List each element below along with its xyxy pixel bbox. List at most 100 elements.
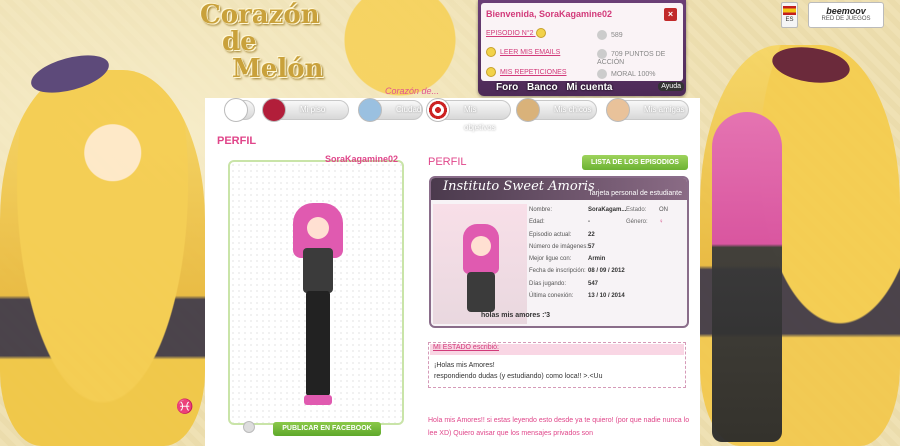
episode-label: EPISODIO N°2 (486, 29, 534, 37)
coins-value: 589 (611, 31, 623, 39)
account-link[interactable]: Mi cuenta (566, 82, 612, 93)
heart-icon (597, 69, 607, 79)
morale-value: MORAL 100% (611, 70, 656, 78)
id-card-fields: Nombre: SoraKagam... Estado: ON Edad: - … (529, 207, 687, 305)
id-field-value: - (588, 219, 590, 226)
pisces-icon: ♓ (176, 398, 194, 414)
avatar-options-icon[interactable] (243, 421, 255, 433)
id-field-edad: Edad: - Género: ♀ (529, 219, 687, 231)
logo-line-3: Melón (232, 54, 324, 84)
id-field-key: Edad: (529, 219, 545, 226)
city-icon (358, 98, 382, 122)
id-field-nombre: Nombre: SoraKagam... Estado: ON (529, 207, 687, 219)
spain-flag-icon (783, 6, 796, 15)
coins-stat: 589 (597, 30, 623, 40)
id-field-key: Días jugando: (529, 280, 567, 287)
nav-mis-objetivos-label: Mis objetivos (464, 105, 496, 132)
id-field-conexion: Última conexión: 13 / 10 / 2014 (529, 293, 687, 305)
home-icon (224, 98, 248, 122)
repeats-link[interactable]: MIS REPETICIONES (486, 67, 567, 77)
avatar-shirt (303, 248, 333, 293)
welcome-panel-inner: Bienvenida, SoraKagamine02 × EPISODIO N°… (481, 3, 683, 81)
nav-mi-piso[interactable]: Mi piso (262, 98, 349, 122)
id-field-value: 08 / 09 / 2012 (588, 268, 625, 275)
id-field-value-2: ON (659, 207, 668, 213)
id-card-school: Instituto Sweet Amoris (443, 179, 595, 194)
character-art-top (340, 0, 460, 100)
girls-icon (606, 98, 630, 122)
status-box: MI ESTADO escribió: ¡Holas mis Amores! r… (428, 342, 686, 388)
photo-body (467, 272, 495, 312)
status-text: ¡Holas mis Amores! respondiendo dudas (y… (434, 360, 684, 382)
id-field-dias: Días jugando: 547 (529, 281, 687, 293)
nav-mis-objetivos[interactable]: Mis objetivos (426, 98, 511, 132)
id-field-imagenes: Número de imágenes: 57 (529, 244, 687, 256)
card-username: SoraKagamine02 (325, 154, 399, 164)
nav-mis-amigas[interactable]: Mis amigas (606, 98, 689, 122)
avatar-face (307, 217, 329, 239)
page-title: PERFIL (217, 135, 257, 147)
profile-bio: Hola mis Amores!! si estas leyendo esto … (428, 417, 690, 437)
status-line-1: ¡Holas mis Amores! (434, 362, 495, 369)
welcome-panel: Bienvenida, SoraKagamine02 × EPISODIO N°… (478, 0, 686, 96)
nav-ciudad[interactable]: Ciudad (358, 98, 423, 122)
photo-face (471, 236, 491, 256)
nav-mi-piso-label: Mi piso (300, 105, 326, 114)
read-emails-link[interactable]: LEER MIS EMAILS (486, 47, 560, 57)
coin-icon (535, 28, 546, 38)
character-art-pink (712, 112, 782, 442)
repeats-label: MIS REPETICIONES (500, 68, 567, 76)
nav-mis-chicos[interactable]: Mis chicos (516, 98, 597, 122)
coin-gray-icon (597, 30, 607, 40)
id-field-value: 547 (588, 280, 599, 287)
read-emails-label: LEER MIS EMAILS (500, 48, 561, 56)
id-field-episodio: Episodio actual: 22 (529, 232, 687, 244)
profile-section-title: PERFIL (428, 156, 467, 168)
id-field-key: Mejor ligue con: (529, 256, 572, 263)
nav-home[interactable] (224, 98, 255, 122)
episodes-list-button[interactable]: LISTA DE LOS EPISODIOS (582, 155, 688, 170)
id-field-value: 13 / 10 / 2014 (588, 293, 625, 300)
id-field-value: Armin (588, 256, 606, 263)
morale-stat: MORAL 100% (597, 69, 655, 79)
nav-ciudad-label: Ciudad (396, 105, 422, 114)
language-selector[interactable]: ES (781, 2, 798, 28)
status-header[interactable]: MI ESTADO escribió: (430, 344, 684, 355)
forum-link[interactable]: Foro (496, 82, 518, 93)
beemoov-brand: beemoov (826, 6, 866, 16)
id-field-ligue: Mejor ligue con: Armin (529, 256, 687, 268)
id-card-motto: holas mis amores :'3 (481, 312, 550, 319)
sofa-icon (262, 98, 286, 122)
site-logo[interactable]: Corazón de Melón (200, 2, 340, 83)
language-label: ES (785, 17, 794, 23)
id-card-photo (433, 204, 527, 324)
id-field-key: Nombre: (529, 207, 553, 213)
action-points-value: 709 PUNTOS DE ACCIÓN (597, 50, 666, 66)
id-field-key-2: Género: (626, 219, 648, 226)
id-card-subtitle: Tarjeta personal de estudiante (588, 190, 682, 197)
avatar (293, 203, 343, 413)
id-field-inscripcion: Fecha de inscripción: 08 / 09 / 2012 (529, 268, 687, 280)
bank-link[interactable]: Banco (527, 82, 558, 93)
close-icon[interactable]: × (664, 8, 677, 21)
status-line-2: respondiendo dudas (y estudiando) como l… (434, 373, 603, 380)
mail-icon (486, 47, 496, 57)
site-tagline: Corazón de... (385, 86, 440, 96)
repeat-icon (486, 67, 496, 77)
logo-line-1: Corazón (200, 0, 320, 30)
logo-line-2: de (222, 27, 257, 57)
beemoov-network-button[interactable]: beemoov RED DE JUEGOS (808, 2, 884, 28)
id-field-key: Episodio actual: (529, 231, 572, 238)
id-field-key-2: Estado: (626, 207, 647, 213)
help-button[interactable]: Ayuda (658, 82, 684, 91)
publish-facebook-button[interactable]: PUBLICAR EN FACEBOOK (273, 422, 381, 436)
id-field-key: Última conexión: (529, 293, 574, 300)
action-points-icon (597, 49, 607, 59)
welcome-title: Bienvenida, SoraKagamine02 (486, 9, 613, 19)
action-points-stat: 709 PUNTOS DE ACCIÓN (597, 49, 683, 66)
id-field-key: Fecha de inscripción: (529, 268, 586, 275)
target-icon (426, 98, 450, 122)
gender-icon: ♀ (659, 219, 664, 226)
episode-link[interactable]: EPISODIO N°2 (486, 28, 550, 38)
boys-icon (516, 98, 540, 122)
